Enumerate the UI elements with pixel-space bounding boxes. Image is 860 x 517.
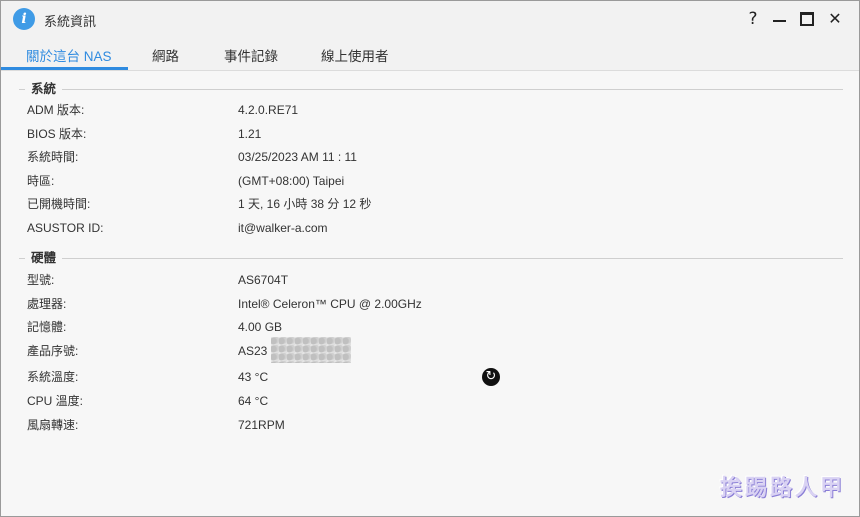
info-label: BIOS 版本: [27,127,87,141]
info-row: BIOS 版本: 1.21 [27,125,827,143]
info-icon: i [13,8,35,30]
tab-event-log[interactable]: 事件記錄 [224,45,278,65]
info-row: 系統溫度: 43 °C ↻ [27,368,827,386]
help-button[interactable]: ? [743,9,763,29]
info-row: 風扇轉速: 721RPM [27,416,827,434]
info-row: 時區: (GMT+08:00) Taipei [27,172,827,190]
minimize-icon [772,20,786,22]
info-label: CPU 溫度: [27,394,84,408]
info-value: (GMT+08:00) Taipei [238,174,345,188]
info-row: 系統時間: 03/25/2023 AM 11 : 11 [27,148,827,166]
info-value: 721RPM [238,418,285,432]
info-row: CPU 溫度: 64 °C [27,392,827,410]
watermark-logo: 挨踢路人甲 [719,475,845,501]
info-label: 處理器: [27,297,67,311]
system-info-window: i 系統資訊 ? ✕ 關於這台 NAS 網路 事件記錄 線上使用者 系統 ADM… [0,0,860,517]
about-nas-panel: 系統 ADM 版本: 4.2.0.RE71 BIOS 版本: 1.21 系統時間… [1,71,859,516]
divider [19,258,843,259]
info-label: ADM 版本: [27,103,85,117]
info-label: 系統溫度: [27,370,79,384]
info-row: 型號: AS6704T [27,271,827,289]
info-label: 風扇轉速: [27,418,79,432]
info-value: 64 °C [238,394,269,408]
info-label: 系統時間: [27,150,79,164]
system-section-header: 系統 [19,82,843,96]
hardware-section-header: 硬體 [19,251,843,265]
tab-bar: 關於這台 NAS 網路 事件記錄 線上使用者 [1,37,859,71]
maximize-icon [800,12,814,26]
info-row: 已開機時間: 1 天, 16 小時 38 分 12 秒 [27,195,827,213]
active-tab-indicator [1,67,128,70]
info-label: ASUSTOR ID: [27,221,104,235]
tab-network[interactable]: 網路 [152,45,179,65]
close-button[interactable]: ✕ [825,9,845,29]
info-value: AS6704T [238,273,289,287]
info-label: 產品序號: [27,344,79,358]
info-label: 時區: [27,174,55,188]
info-label: 已開機時間: [27,197,91,211]
info-label: 記憶體: [27,320,67,334]
redacted-mask [271,337,351,363]
info-value: Intel® Celeron™ CPU @ 2.00GHz [238,297,422,311]
section-title: 硬體 [25,251,63,265]
maximize-button[interactable] [797,9,817,29]
serial-number: AS23 [238,344,268,358]
info-value: 4.00 GB [238,320,283,334]
info-row: 產品序號: AS23 [27,337,827,363]
divider [19,89,843,90]
info-row: 處理器: Intel® Celeron™ CPU @ 2.00GHz [27,295,827,313]
temperature-value: 43 °C [238,370,269,384]
info-value: 03/25/2023 AM 11 : 11 [238,150,357,164]
info-value: 43 °C ↻ [238,368,500,386]
tab-about-nas[interactable]: 關於這台 NAS [26,45,112,65]
info-value: 1 天, 16 小時 38 分 12 秒 [238,197,372,211]
info-value: AS23 [238,337,351,363]
section-title: 系統 [25,82,63,96]
info-row: ASUSTOR ID: it@walker-a.com [27,219,827,237]
title-bar: i 系統資訊 ? ✕ [1,1,859,37]
info-label: 型號: [27,273,55,287]
minimize-button[interactable] [769,9,789,29]
tab-online-users[interactable]: 線上使用者 [321,45,389,65]
info-value: 4.2.0.RE71 [238,103,299,117]
info-row: ADM 版本: 4.2.0.RE71 [27,101,827,119]
window-title: 系統資訊 [44,14,97,29]
info-value: it@walker-a.com [238,221,328,235]
info-row: 記憶體: 4.00 GB [27,318,827,336]
refresh-icon[interactable]: ↻ [482,368,500,386]
info-value: 1.21 [238,127,262,141]
